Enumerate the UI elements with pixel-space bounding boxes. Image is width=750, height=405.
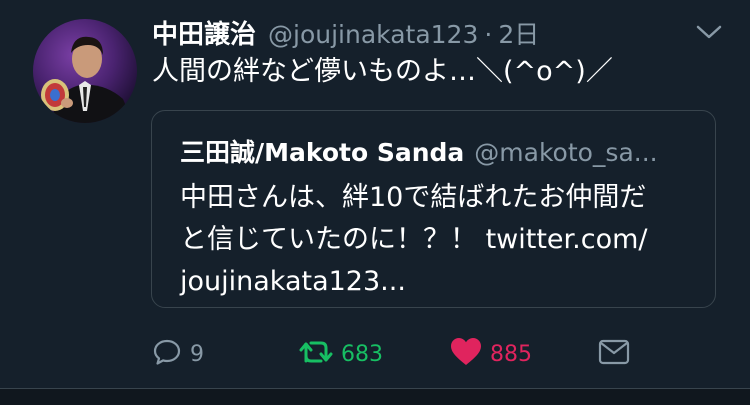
tweet-timestamp[interactable]: 2日 [498, 15, 539, 51]
tweet[interactable]: 中田譲治 @joujinakata123 · 2日 人間の絆など儚いものよ…＼(… [0, 0, 750, 388]
avatar[interactable] [33, 19, 137, 123]
quoted-tweet-header: 三田誠/Makoto Sanda @makoto_sa... [180, 133, 658, 169]
quoted-author-display-name: 三田誠/Makoto Sanda [180, 138, 465, 167]
like-button[interactable]: 885 [450, 334, 532, 374]
tweet-header: 中田譲治 @joujinakata123 · 2日 [152, 14, 539, 51]
quoted-text-line: と信じていたのに！？！ twitter.com/ [180, 224, 648, 255]
separator-dot: · [484, 20, 493, 49]
like-count: 885 [490, 341, 532, 367]
tweet-actions: 9 683 885 [0, 334, 750, 374]
author-handle[interactable]: @joujinakata123 [268, 20, 478, 49]
reply-button[interactable]: 9 [152, 334, 204, 374]
mail-icon [598, 338, 630, 370]
direct-message-button[interactable] [598, 334, 630, 374]
quoted-tweet-text: 中田さんは、絆10で結ばれたお仲間だ と信じていたのに！？！ twitter.c… [180, 177, 700, 303]
quoted-author-handle: @makoto_sa... [474, 138, 658, 167]
reply-count: 9 [190, 341, 204, 367]
timeline-divider [0, 388, 750, 405]
retweet-count: 683 [341, 341, 383, 367]
retweet-button[interactable]: 683 [299, 334, 383, 374]
quoted-tweet[interactable]: 三田誠/Makoto Sanda @makoto_sa... 中田さんは、絆10… [151, 110, 716, 308]
tweet-text: 人間の絆など儚いものよ…＼(^o^)／ [152, 56, 613, 87]
chevron-down-icon[interactable] [694, 20, 724, 44]
author-display-name[interactable]: 中田譲治 [152, 14, 256, 51]
avatar-image [33, 19, 137, 123]
heart-icon [450, 337, 482, 371]
reply-icon [152, 337, 182, 371]
quoted-text-line: joujinakata123... [180, 266, 406, 297]
retweet-icon [299, 337, 333, 371]
quoted-text-line: 中田さんは、絆10で結ばれたお仲間だ [180, 182, 647, 213]
